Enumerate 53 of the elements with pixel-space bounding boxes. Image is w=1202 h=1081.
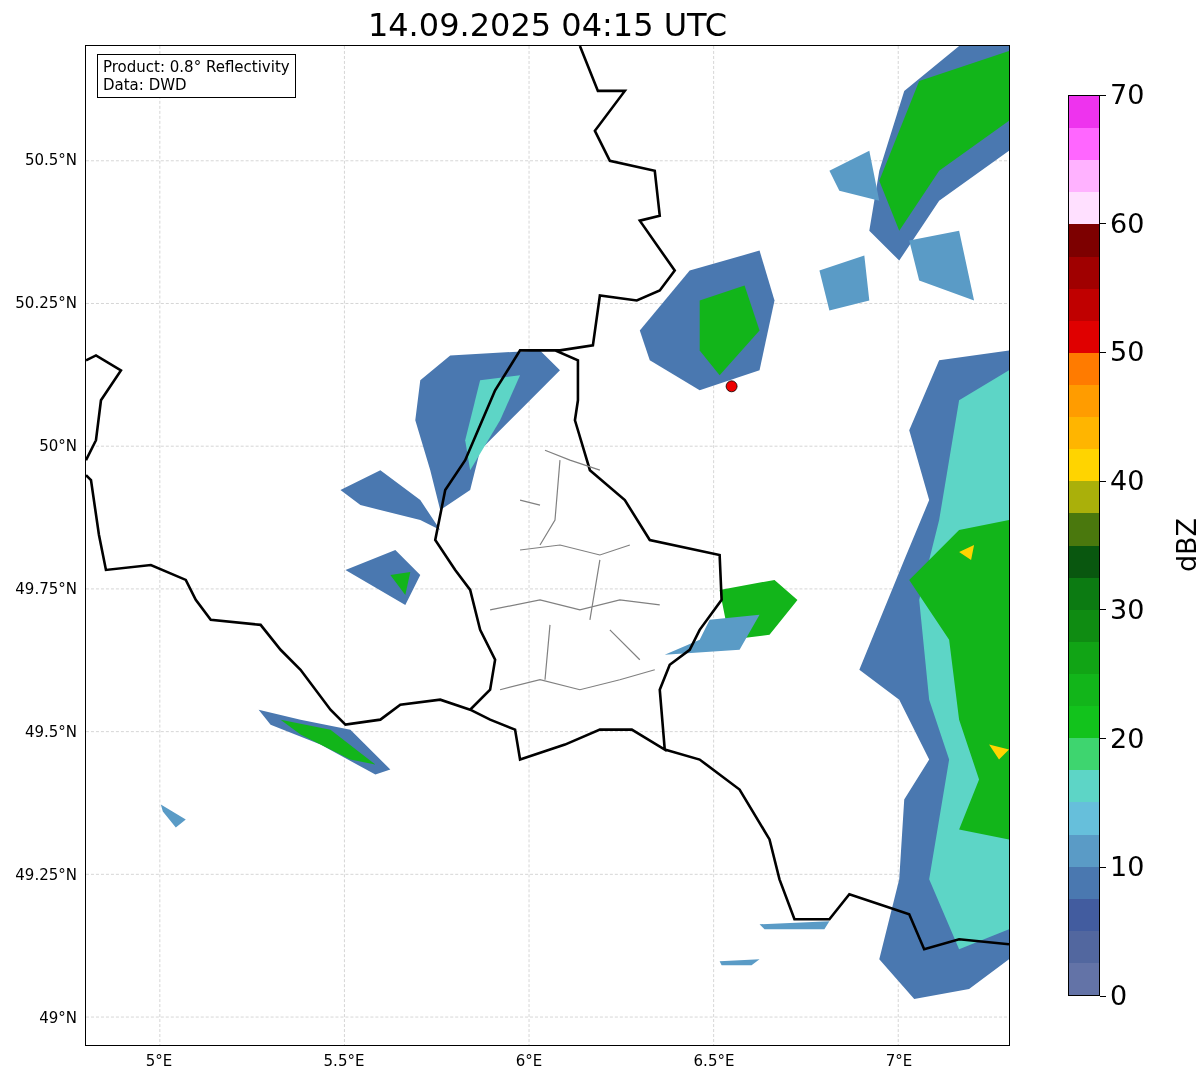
longitude-label: 5.5°E	[323, 1052, 365, 1070]
latitude-label: 50.25°N	[15, 294, 77, 312]
latitude-label: 50.5°N	[24, 151, 77, 169]
colorbar-bin	[1069, 930, 1099, 963]
colorbar-label: dBZ	[1172, 517, 1202, 573]
longitude-label: 5°E	[145, 1052, 173, 1070]
colorbar-bin	[1069, 417, 1099, 450]
colorbar-tick-label: 0	[1110, 981, 1128, 1011]
colorbar-bin	[1069, 224, 1099, 257]
colorbar-bin	[1069, 673, 1099, 707]
colorbar-bin	[1069, 288, 1099, 321]
latitude-label: 50°N	[39, 437, 77, 455]
colorbar-bin	[1069, 609, 1099, 642]
longitude-label: 6.5°E	[693, 1052, 735, 1070]
colorbar-bin	[1069, 160, 1099, 193]
tick-mark	[1100, 995, 1106, 997]
colorbar-bin	[1069, 320, 1099, 353]
info-text: Data: DWD	[103, 76, 188, 94]
colorbar-bin	[1069, 738, 1099, 771]
colorbar-bin	[1069, 192, 1099, 225]
colorbar-bin	[1069, 128, 1099, 161]
colorbar-tick-label: 70	[1110, 80, 1145, 110]
colorbar-bin	[1069, 802, 1099, 835]
colorbar-bin	[1069, 706, 1099, 739]
longitude-label: 7°E	[885, 1052, 913, 1070]
colorbar-tick-label: 40	[1110, 466, 1145, 497]
colorbar-bin	[1069, 641, 1099, 674]
colorbar-bin	[1069, 545, 1099, 578]
longitude-label: 6°E	[515, 1052, 543, 1070]
latitude-label: 49.25°N	[15, 866, 77, 884]
colorbar-bin	[1069, 834, 1099, 867]
colorbar-bin	[1069, 866, 1099, 899]
colorbar-bin	[1069, 513, 1099, 546]
info-text: Product: 0.8° Reflectivity	[103, 58, 290, 76]
colorbar-tick-label: 60	[1110, 208, 1145, 239]
latitude-label: 49.75°N	[15, 580, 77, 598]
colorbar-bin	[1069, 96, 1099, 129]
colorbar-bin	[1069, 577, 1099, 610]
colorbar-bin	[1069, 481, 1099, 514]
colorbar-bin	[1069, 256, 1099, 289]
colorbar-bin	[1069, 449, 1099, 482]
colorbar-tick-label: 20	[1110, 723, 1145, 754]
chart-title: 14.09.2025 04:15 UTC	[366, 5, 729, 45]
colorbar-bin	[1069, 770, 1099, 803]
colorbar-tick-label: 10	[1110, 852, 1145, 883]
colorbar-bin	[1069, 385, 1099, 418]
colorbar-bin	[1069, 898, 1099, 931]
latitude-label: 49°N	[39, 1009, 77, 1027]
colorbar-tick-label: 50	[1110, 337, 1145, 368]
colorbar-bin	[1069, 962, 1099, 996]
colorbar-tick-label: 30	[1110, 594, 1145, 625]
latitude-label: 49.5°N	[24, 723, 77, 741]
colorbar-bin	[1069, 352, 1099, 385]
